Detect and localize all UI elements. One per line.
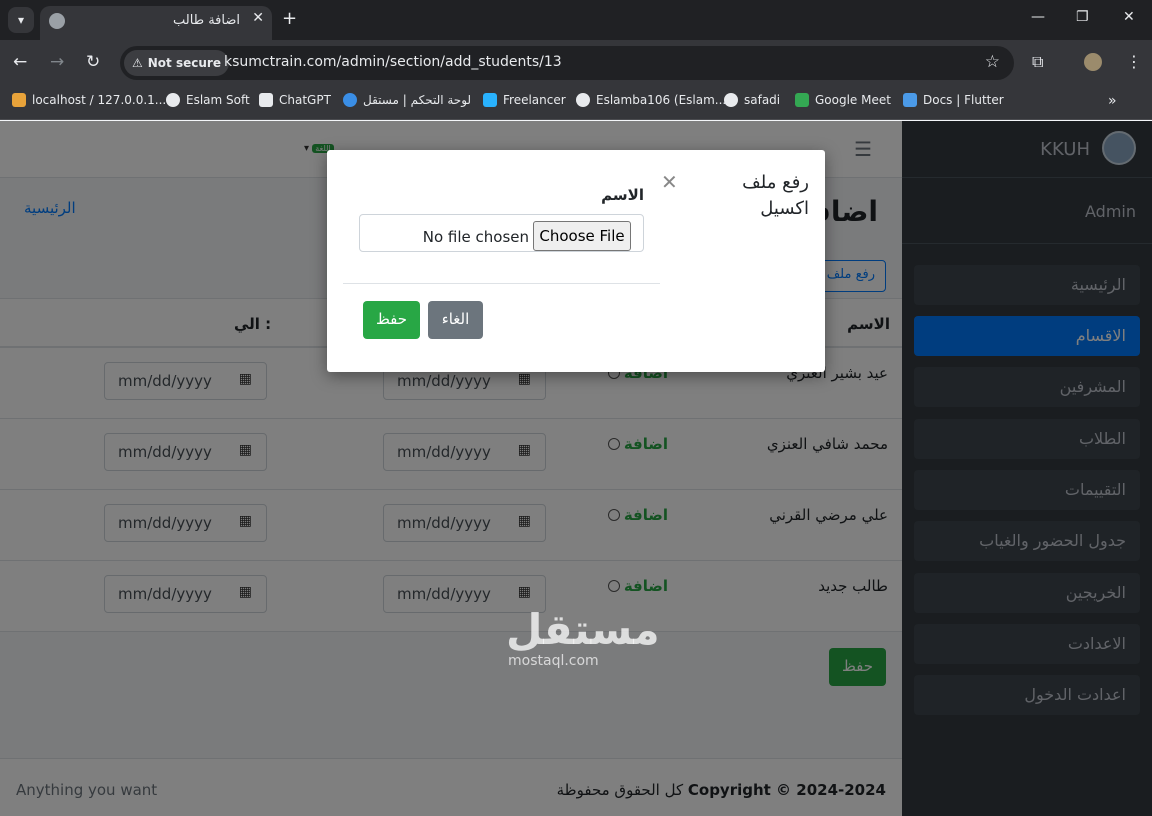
url-text[interactable]: ksumctrain.com/admin/section/add_student… [224,54,562,70]
minimize-button[interactable]: — [1031,9,1045,25]
tab-search-button[interactable]: ▾ [8,7,34,33]
bookmark-star-icon[interactable]: ☆ [985,52,1000,72]
profile-avatar[interactable] [1084,53,1102,71]
field-label: الاسم [601,186,644,204]
tab-close-icon[interactable]: ✕ [252,10,264,26]
bookmark-eslam-soft[interactable]: Eslam Soft [166,93,250,107]
modal-save-button[interactable]: حفظ [363,301,420,339]
globe-icon [49,13,65,29]
browser-toolbar: ← → ↻ ⚠ Not secure ksumctrain.com/admin/… [0,40,1152,86]
watermark-logo: مستقل [506,605,660,654]
menu-icon[interactable]: ⋮ [1126,52,1142,71]
modal-cancel-button[interactable]: الغاء [428,301,483,339]
browser-tab-bar: ▾ اضافة طالب ✕ + — ❐ ✕ [0,0,1152,40]
back-button[interactable]: ← [13,52,27,72]
maximize-button[interactable]: ❐ [1076,9,1089,25]
not-secure-label: Not secure [147,56,221,70]
close-icon[interactable]: ✕ [661,170,678,194]
file-status: No file chosen [422,228,529,246]
more-bookmarks-icon[interactable]: » [1108,93,1117,109]
upload-excel-modal: رفع ملف اكسيل ✕ الاسم No file chosen Cho… [327,150,825,372]
choose-file-button[interactable]: Choose File [533,221,631,251]
bookmark-localhost[interactable]: localhost / 127.0.0.1... [12,93,166,107]
bookmark-chatgpt[interactable]: ChatGPT [259,93,331,107]
bookmark-flutter-docs[interactable]: Docs | Flutter [903,93,1004,107]
address-bar[interactable]: ⚠ Not secure ksumctrain.com/admin/sectio… [120,46,1014,80]
watermark-url: mostaql.com [508,653,599,669]
warning-icon: ⚠ [132,56,143,70]
reload-button[interactable]: ↻ [86,52,100,72]
bookmark-freelancer[interactable]: Freelancer [483,93,566,107]
forward-button[interactable]: → [50,52,64,72]
bookmark-safadi[interactable]: safadi [724,93,780,107]
tab-title: اضافة طالب [173,13,240,28]
bookmark-github-eslamba[interactable]: Eslamba106 (Eslam... [576,93,726,107]
modal-title: رفع ملف اكسيل [742,172,809,219]
browser-tab[interactable]: اضافة طالب ✕ [40,6,272,40]
bookmarks-bar: localhost / 127.0.0.1... Eslam Soft Chat… [0,86,1152,120]
bookmark-google-meet[interactable]: Google Meet [795,93,891,107]
extensions-icon[interactable]: ⧉ [1032,52,1043,72]
divider [343,283,660,284]
file-input[interactable]: No file chosen Choose File [359,214,644,252]
new-tab-button[interactable]: + [282,8,297,29]
bookmark-mostaql[interactable]: لوحة التحكم | مستقل [343,93,471,107]
close-window-button[interactable]: ✕ [1123,9,1135,25]
security-chip[interactable]: ⚠ Not secure [124,50,229,76]
